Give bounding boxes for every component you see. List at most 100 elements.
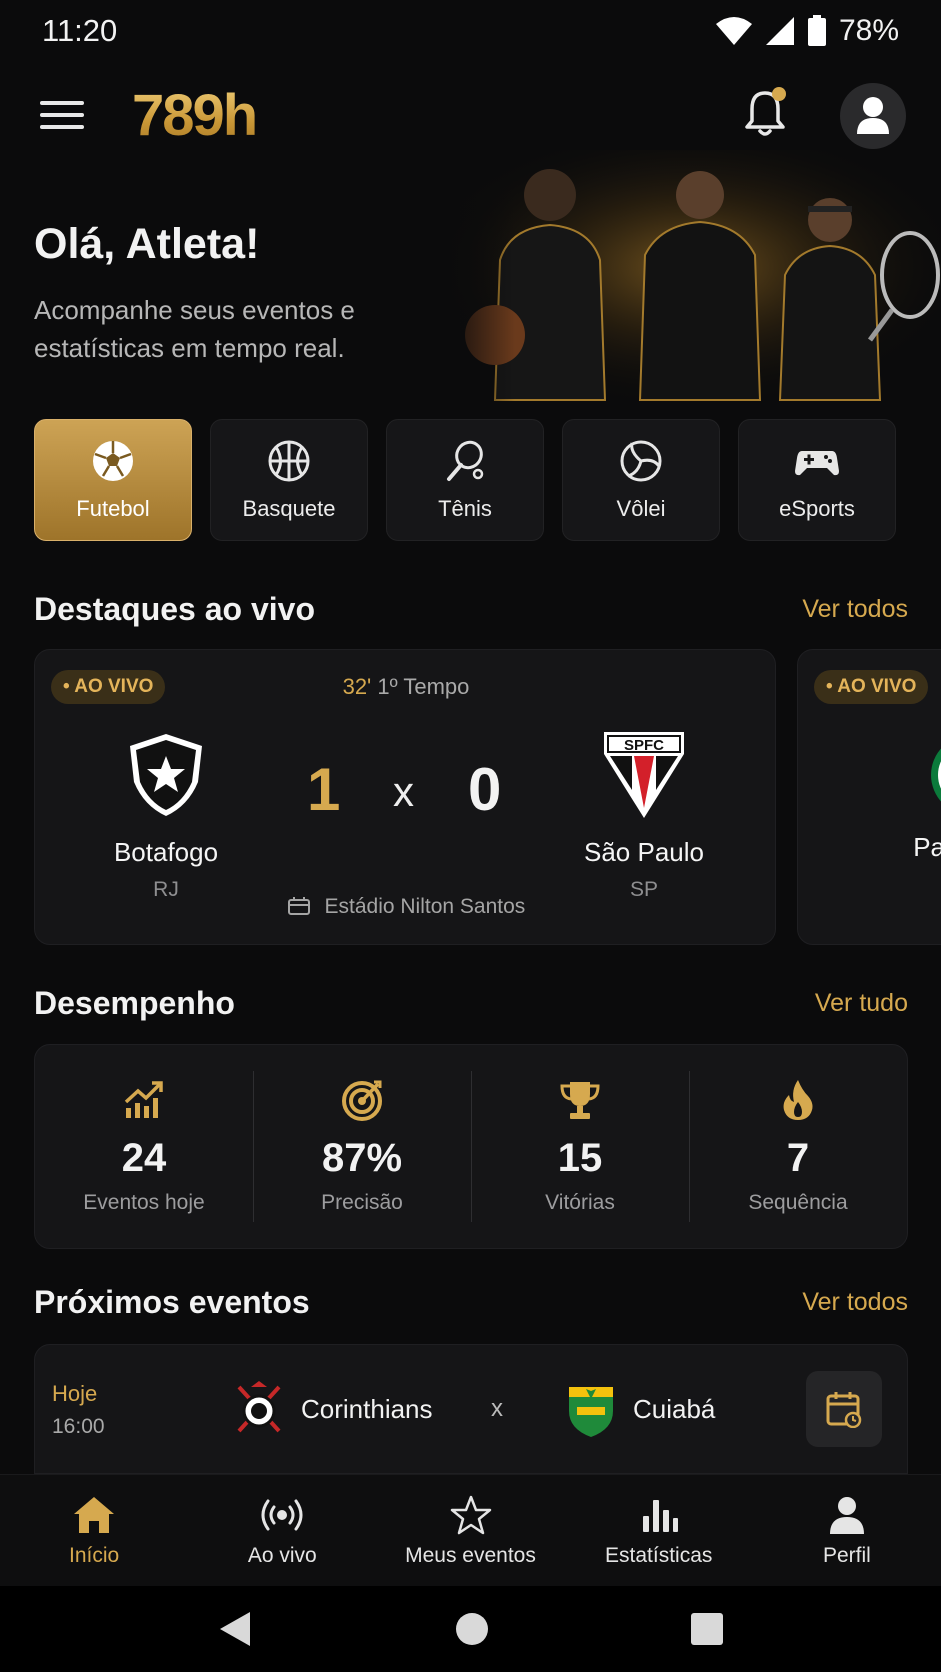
away-team-name: São Paulo [584, 837, 704, 867]
home-circle-icon[interactable] [454, 1611, 490, 1647]
status-time: 11:20 [42, 13, 118, 48]
notification-bell-icon[interactable] [740, 85, 790, 141]
stadium-info: Estádio Nilton Santos [35, 895, 777, 919]
section-title: Próximos eventos [34, 1284, 310, 1320]
add-to-calendar-button[interactable] [806, 1371, 882, 1447]
bottom-navigation: Início Ao vivo Meus eventos Estatísticas… [0, 1474, 941, 1586]
status-bar: 11:20 78% [0, 0, 941, 62]
battery-level: 78% [838, 14, 899, 47]
section-title: Destaques ao vivo [34, 591, 315, 627]
stat-value: 24 [121, 1136, 167, 1180]
match-period: 1º Tempo [377, 674, 470, 699]
home-score: 1 [307, 756, 341, 823]
home-team: Botafogo RJ [66, 730, 266, 902]
tab-tenis[interactable]: Tênis [386, 419, 544, 541]
performance-section-header: Desempenho Ver tudo [34, 985, 908, 1022]
stat-value: 87% [321, 1136, 403, 1180]
home-icon [74, 1496, 115, 1533]
next-team-name: Palmeiras [913, 832, 941, 862]
tab-label: Futebol [76, 496, 150, 521]
live-section-header: Destaques ao vivo Ver todos [34, 591, 908, 628]
hero-subtitle: Acompanhe seus eventos e estatísticas em… [34, 295, 355, 363]
stat-label: Precisão [321, 1191, 403, 1214]
cuiaba-crest-icon [569, 1387, 613, 1437]
upcoming-event-card[interactable]: Hoje 16:00 Corinthians x Cuiabá [34, 1344, 908, 1474]
target-icon [342, 1080, 382, 1121]
stat-wins: 15 Vitórias [471, 1045, 689, 1248]
soccer-ball-icon [93, 441, 133, 481]
star-icon [450, 1495, 491, 1534]
broadcast-icon [261, 1499, 303, 1530]
away-score: 0 [468, 756, 502, 823]
stat-streak: 7 Sequência [689, 1045, 907, 1248]
nav-label: Meus eventos [405, 1543, 536, 1567]
stat-value: 7 [786, 1136, 810, 1180]
stat-value: 15 [557, 1136, 603, 1180]
away-team: SPFC São Paulo SP [544, 730, 744, 902]
nav-meus-eventos[interactable]: Meus eventos [376, 1475, 564, 1586]
performance-see-all-link[interactable]: Ver tudo [815, 989, 908, 1018]
flame-icon [783, 1080, 813, 1120]
nav-estatisticas[interactable]: Estatísticas [565, 1475, 753, 1586]
volleyball-icon [620, 440, 662, 482]
hero-banner: Olá, Atleta! Acompanhe seus eventos e es… [0, 150, 941, 410]
signal-icon [765, 17, 794, 45]
event-separator: x [491, 1395, 503, 1422]
tab-label: eSports [779, 496, 855, 521]
user-icon [829, 1496, 864, 1534]
stat-label: Vitórias [545, 1191, 615, 1214]
live-match-card[interactable]: • AO VIVO 32' 1º Tempo Botafogo RJ 1 x 0… [34, 649, 776, 945]
stadium-name: Estádio Nilton Santos [324, 895, 526, 918]
tab-basquete[interactable]: Basquete [210, 419, 368, 541]
nav-label: Início [69, 1543, 120, 1567]
upcoming-see-all-link[interactable]: Ver todos [802, 1288, 908, 1317]
profile-avatar-button[interactable] [840, 83, 906, 149]
tab-label: Vôlei [616, 496, 666, 521]
back-icon[interactable] [218, 1610, 254, 1648]
section-title: Desempenho [34, 985, 235, 1021]
home-team-name: Botafogo [113, 837, 219, 867]
event-time: 16:00 [52, 1415, 105, 1438]
stat-label: Eventos hoje [83, 1191, 205, 1214]
nav-perfil[interactable]: Perfil [753, 1475, 941, 1586]
menu-icon[interactable] [40, 98, 84, 132]
sport-tabs: Futebol Basquete Tênis Vôlei eSports [34, 419, 941, 541]
upcoming-section-header: Próximos eventos Ver todos [34, 1284, 908, 1321]
match-minute: 32' [342, 674, 372, 699]
match-time: 32' 1º Tempo [35, 674, 777, 700]
system-navigation-bar [0, 1586, 941, 1672]
event-away-team: Cuiabá [565, 1379, 715, 1439]
bar-chart-icon [642, 1499, 678, 1532]
performance-card: 24 Eventos hoje 87% Precisão 15 Vitórias… [34, 1044, 908, 1249]
tab-label: Tênis [438, 496, 492, 521]
away-team-name: Cuiabá [633, 1393, 716, 1424]
tab-esports[interactable]: eSports [738, 419, 896, 541]
gamepad-icon [795, 451, 839, 476]
app-bar: 789h [0, 75, 941, 155]
battery-icon [807, 15, 826, 46]
tab-volei[interactable]: Vôlei [562, 419, 720, 541]
user-icon [857, 97, 889, 134]
nav-ao-vivo[interactable]: Ao vivo [188, 1475, 376, 1586]
palmeiras-crest-icon [931, 748, 941, 802]
stat-label: Sequência [748, 1191, 848, 1214]
basketball-icon [268, 440, 310, 482]
corinthians-crest-icon [237, 1381, 281, 1433]
live-see-all-link[interactable]: Ver todos [802, 595, 908, 624]
crest-text: SPFC [624, 737, 664, 754]
live-match-card-next[interactable]: • AO VIVO Palmeiras SP [797, 649, 941, 945]
score-separator: x [393, 768, 414, 815]
home-team-name: Corinthians [301, 1393, 433, 1424]
trend-up-icon [124, 1081, 163, 1118]
tab-label: Basquete [242, 496, 336, 521]
tennis-racket-icon [447, 440, 484, 481]
live-badge: • AO VIVO [814, 670, 929, 704]
athletes-illustration [440, 150, 941, 410]
tab-futebol[interactable]: Futebol [34, 419, 192, 541]
wifi-icon [715, 17, 752, 45]
recents-icon[interactable] [690, 1612, 724, 1646]
nav-inicio[interactable]: Início [0, 1475, 188, 1586]
stat-events-today: 24 Eventos hoje [35, 1045, 253, 1248]
status-icons: 78% [715, 14, 899, 48]
next-team-state: SP [871, 873, 941, 897]
